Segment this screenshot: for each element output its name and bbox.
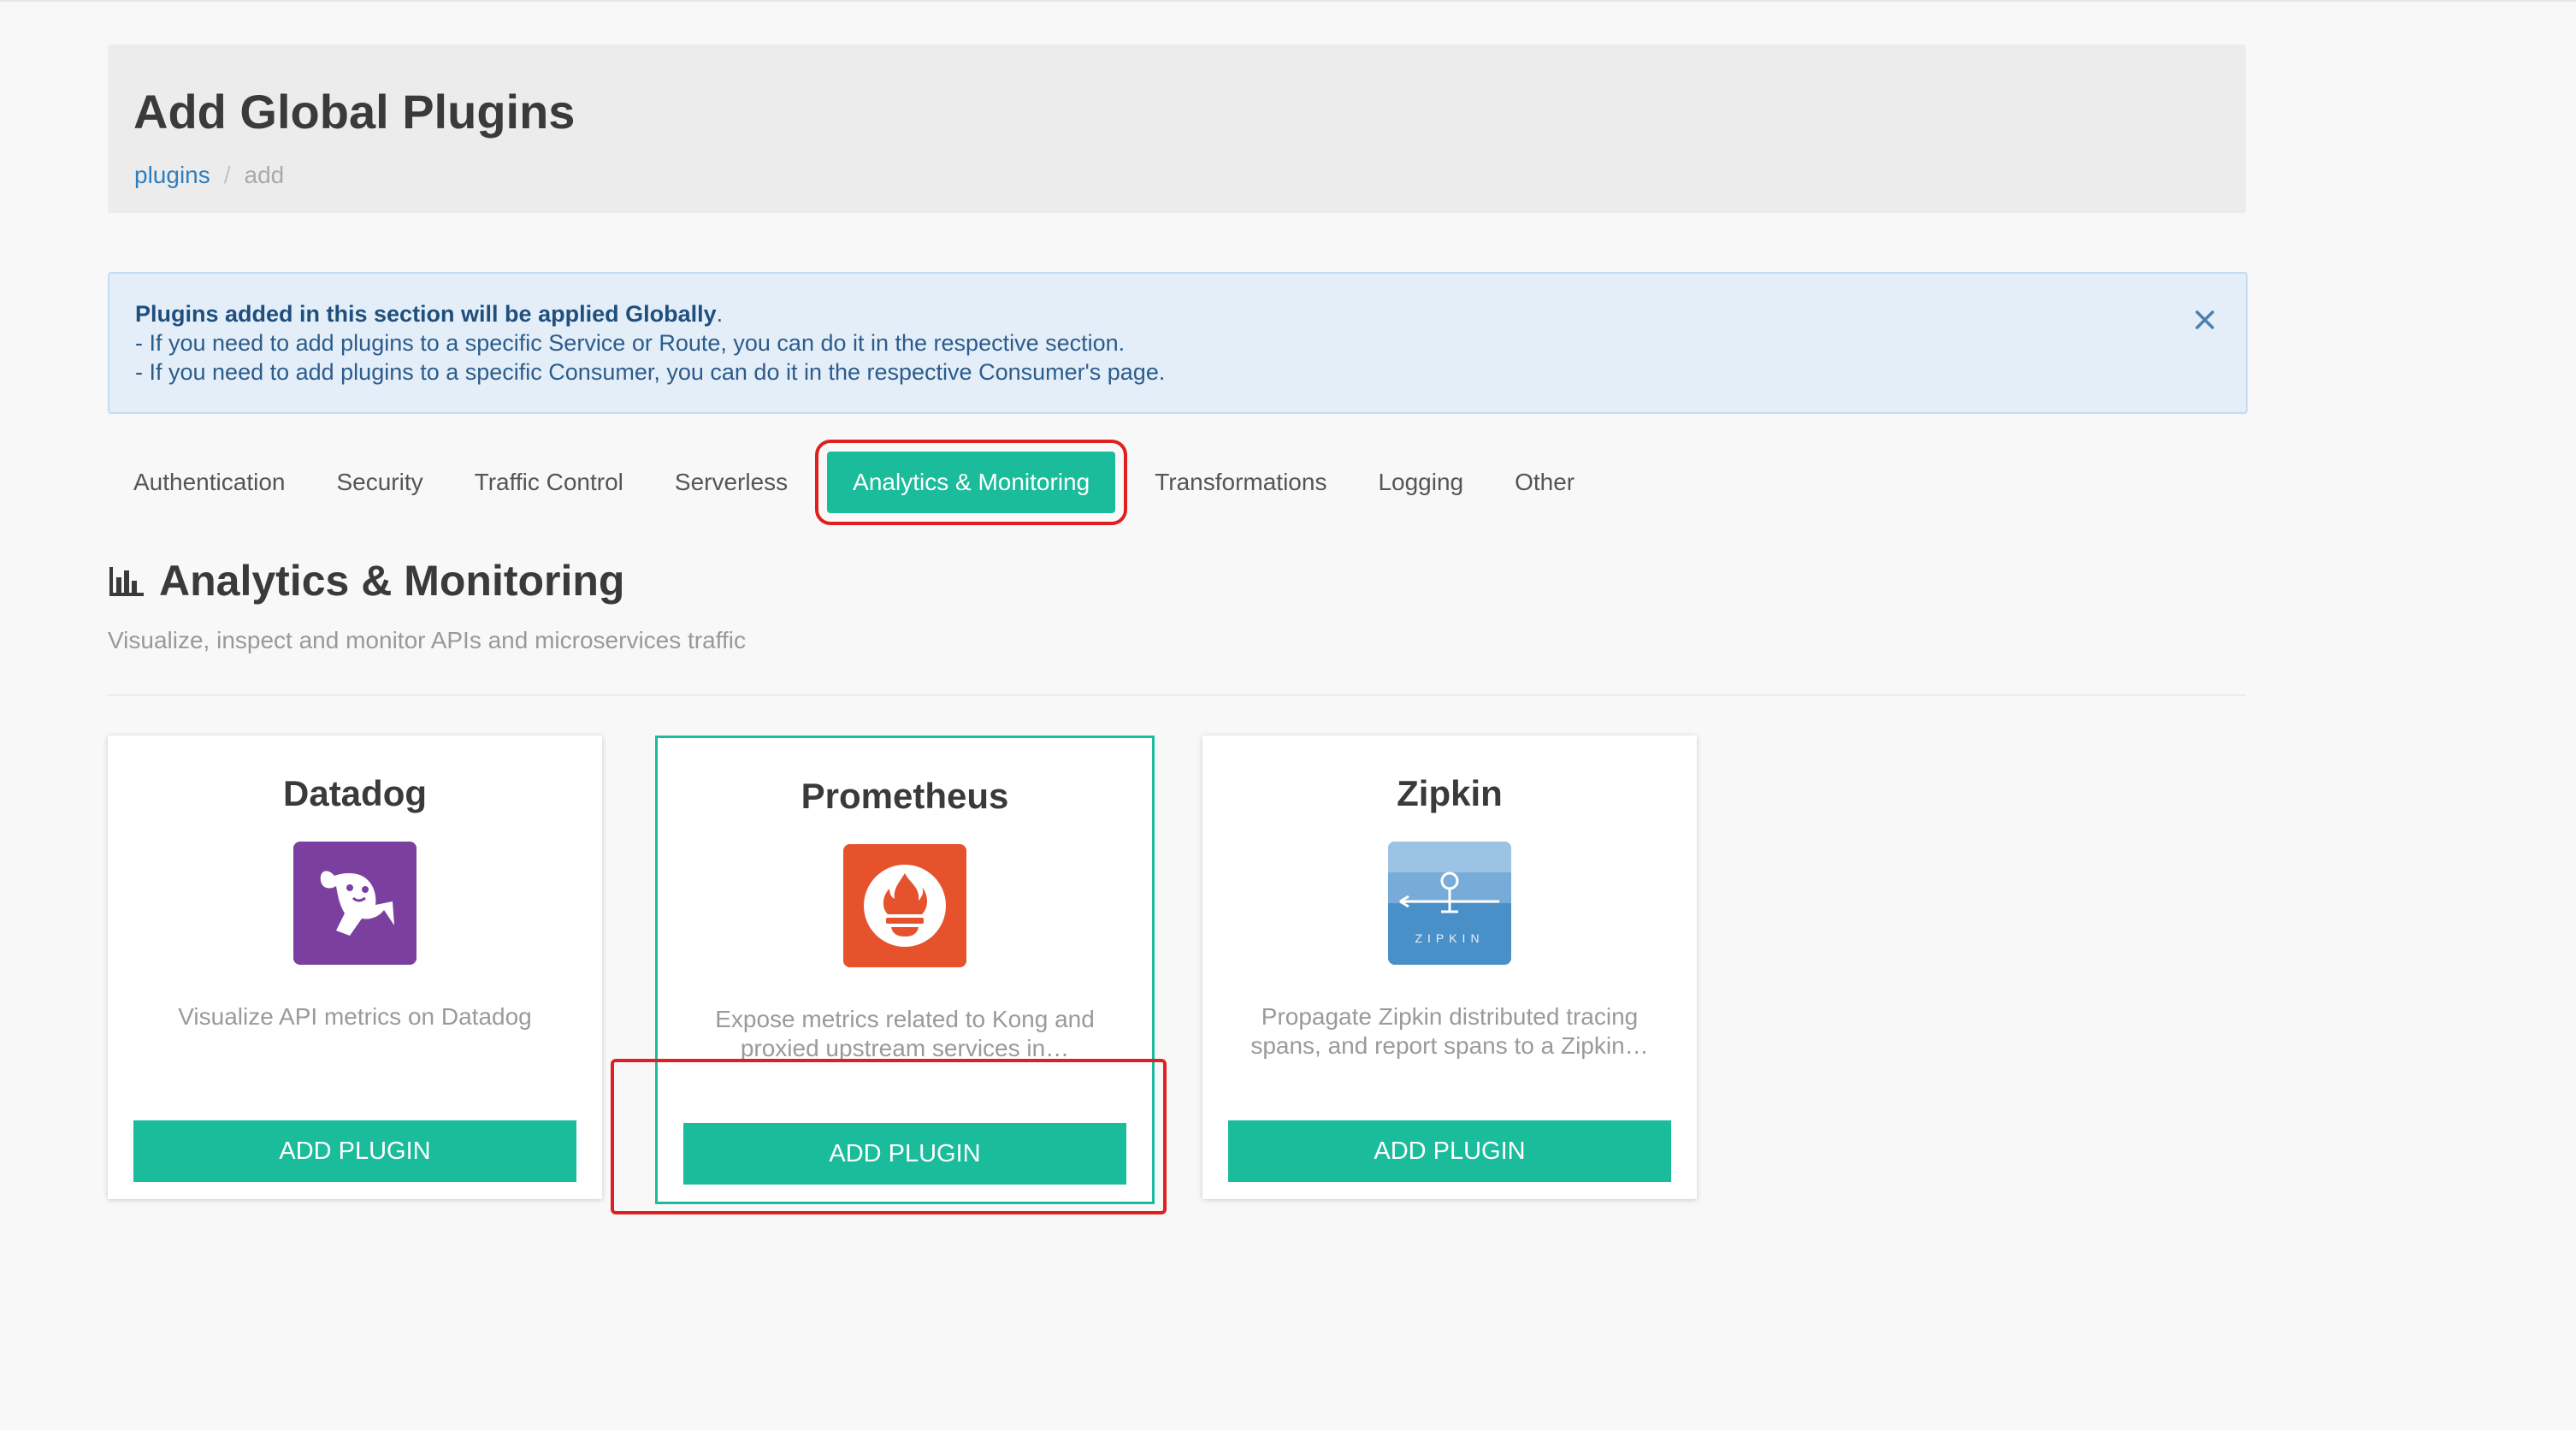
alert-body: Plugins added in this section will be ap… — [135, 299, 1165, 387]
tab-serverless[interactable]: Serverless — [649, 452, 813, 513]
card-title: Datadog — [283, 773, 427, 813]
breadcrumb: plugins / add — [134, 162, 284, 189]
close-icon[interactable] — [2189, 304, 2220, 335]
tab-logging[interactable]: Logging — [1352, 452, 1489, 513]
zipkin-logo-icon: ZIPKIN — [1388, 842, 1511, 965]
breadcrumb-separator: / — [223, 162, 231, 188]
tab-other[interactable]: Other — [1489, 452, 1600, 513]
zipkin-logo-text: ZIPKIN — [1415, 931, 1484, 945]
section-subtitle: Visualize, inspect and monitor APIs and … — [108, 627, 746, 653]
page-header: Add Global Plugins plugins / add — [108, 44, 2246, 213]
category-tabs: Authentication Security Traffic Control … — [108, 440, 1600, 525]
breadcrumb-current: add — [244, 162, 285, 188]
plugin-card-datadog: Datadog Visualize API metrics on Datadog… — [108, 736, 602, 1199]
card-description: Expose metrics related to Kong and proxi… — [715, 1006, 1095, 1061]
alert-line-1: - If you need to add plugins to a specif… — [135, 330, 1126, 356]
plugin-card-prometheus: Prometheus Expose metrics related to Kon… — [655, 736, 1155, 1204]
page-title: Add Global Plugins — [133, 85, 576, 139]
alert-line-2: - If you need to add plugins to a specif… — [135, 359, 1166, 385]
tab-security[interactable]: Security — [310, 452, 448, 513]
add-plugin-button-datadog[interactable]: ADD PLUGIN — [133, 1120, 576, 1182]
add-plugin-button-prometheus[interactable]: ADD PLUGIN — [683, 1123, 1126, 1185]
tab-analytics-monitoring[interactable]: Analytics & Monitoring — [815, 440, 1128, 525]
card-description: Propagate Zipkin distributed tracing spa… — [1250, 1003, 1649, 1059]
card-title: Zipkin — [1397, 773, 1503, 813]
section-title-text: Analytics & Monitoring — [159, 557, 625, 605]
card-description: Visualize API metrics on Datadog — [178, 1003, 532, 1030]
card-title: Prometheus — [801, 776, 1009, 816]
plugin-card-zipkin: Zipkin ZIPKIN Propagate Zipkin distribut… — [1202, 736, 1697, 1199]
alert-strong-text: Plugins added in this section will be ap… — [135, 301, 717, 327]
datadog-logo-icon — [293, 842, 417, 965]
alert-strong-suffix: . — [716, 301, 724, 327]
tab-traffic-control[interactable]: Traffic Control — [449, 452, 649, 513]
section-divider — [108, 694, 2246, 696]
breadcrumb-link-plugins[interactable]: plugins — [134, 162, 210, 188]
add-plugin-button-zipkin[interactable]: ADD PLUGIN — [1228, 1120, 1671, 1182]
prometheus-logo-icon — [843, 844, 966, 967]
tab-transformations[interactable]: Transformations — [1129, 452, 1352, 513]
section-title: Analytics & Monitoring — [108, 556, 624, 606]
tab-authentication[interactable]: Authentication — [108, 452, 310, 513]
info-alert: Plugins added in this section will be ap… — [108, 272, 2248, 414]
bar-chart-icon — [109, 567, 144, 596]
alert-headline: Plugins added in this section will be ap… — [135, 299, 1165, 328]
top-border — [0, 0, 2576, 2]
